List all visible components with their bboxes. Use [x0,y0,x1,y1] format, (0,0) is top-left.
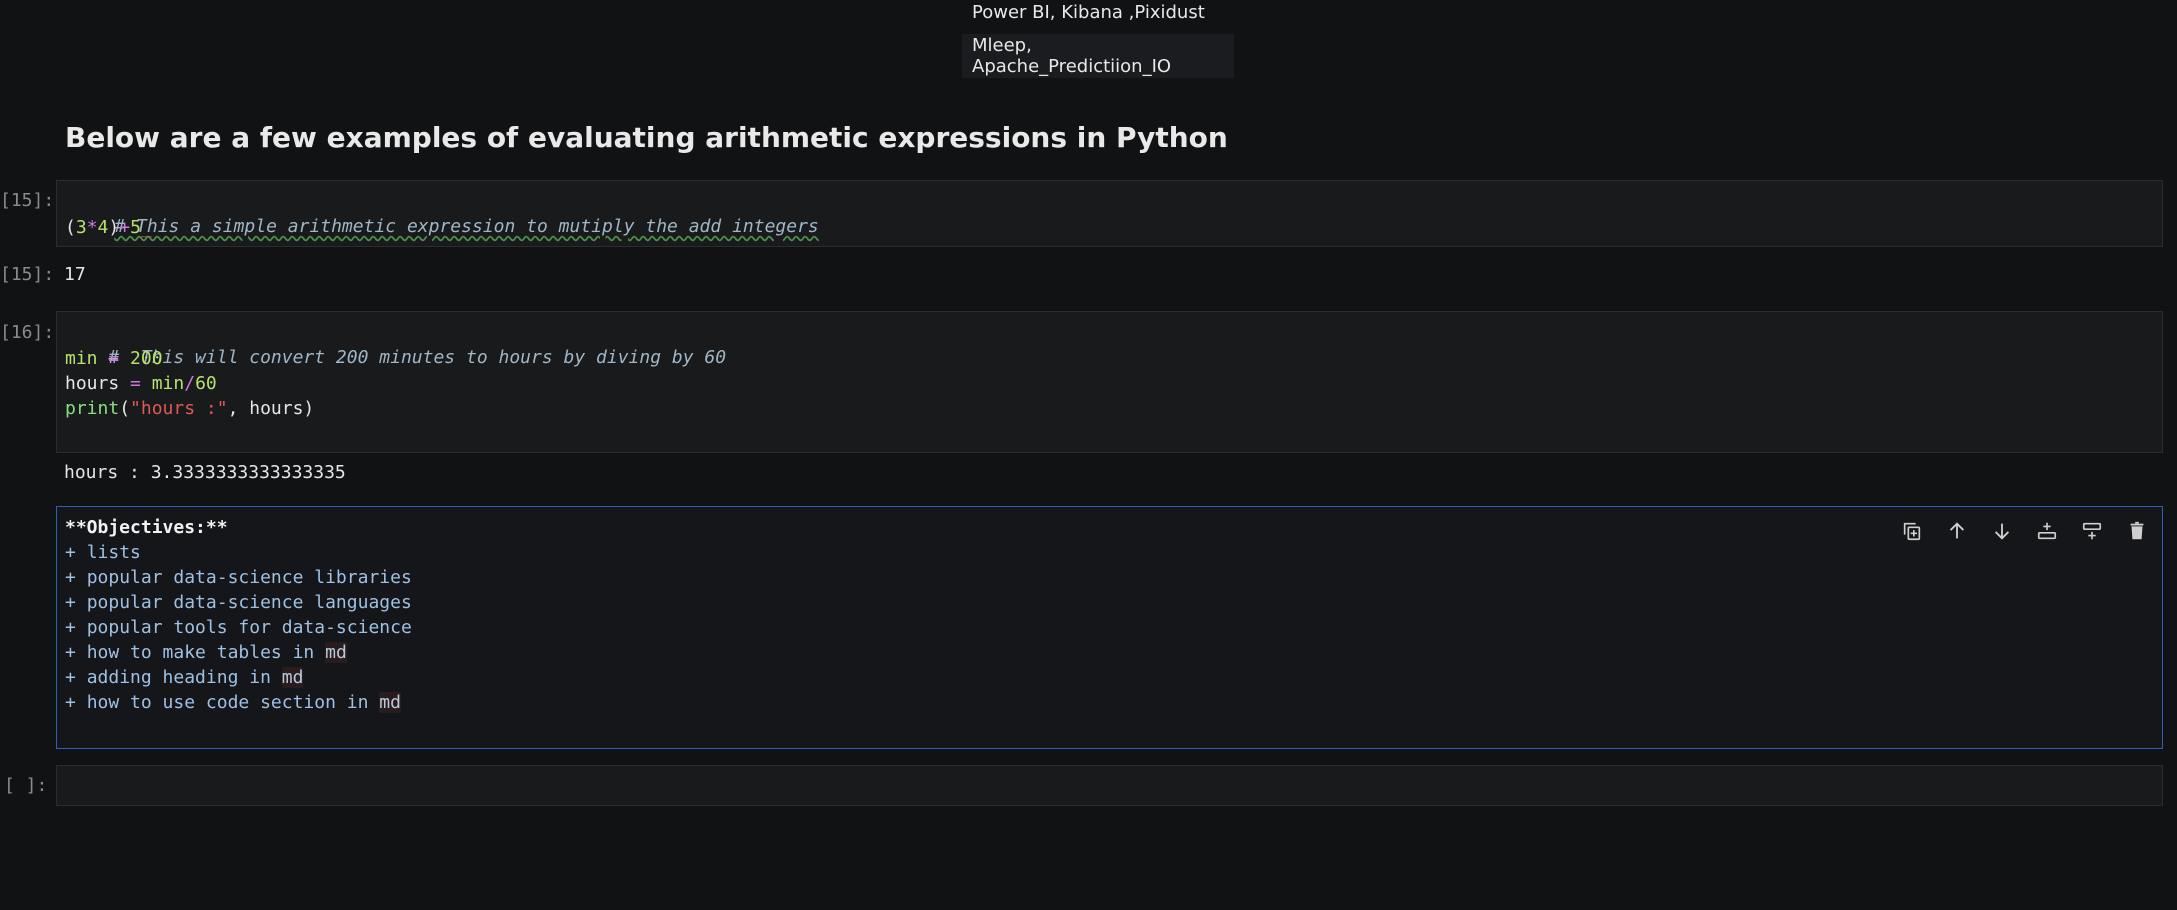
duplicate-icon[interactable] [1896,517,1927,545]
list-item: + popular tools for data-science [65,617,412,638]
list-item: + popular data-science languages [65,592,412,613]
empty-code-cell[interactable] [56,765,2163,806]
markdown-title: **Objectives:** [65,517,228,538]
markdown-heading: Below are a few examples of evaluating a… [65,121,1228,154]
list-item: + how to use code section in md [65,692,401,713]
code-assign-min: min = 200 [65,348,163,369]
list-item: + adding heading in md [65,667,304,688]
list-item: + popular data-science libraries [65,567,412,588]
insert-below-icon[interactable] [2031,517,2062,545]
table-cell-text: Mleep, Apache_Predictiion_IO [972,35,1172,77]
cell-toolbar [1896,517,2152,545]
list-item: + lists [65,542,141,563]
table-cell-tools-row: Power BI, Kibana ,Pixidust [962,0,1234,24]
code-comment: # This a simple arithmetic expression to… [114,216,819,237]
input-prompt: [ ]: [4,775,48,796]
table-cell-deployment-row: Mleep, Apache_Predictiion_IO [962,34,1234,78]
code-cell-2[interactable]: # This will convert 200 minutes to hours… [56,311,2163,453]
input-prompt: [15]: [0,190,55,211]
code-assign-hours: hours = min/60 [65,373,217,394]
cell-output: 17 [64,264,86,285]
input-prompt: [16]: [0,322,55,343]
cell-output: hours : 3.3333333333333335 [64,462,346,483]
list-item: + how to make tables in md [65,642,347,663]
code-print: print("hours :", hours) [65,398,315,419]
insert-above-icon[interactable] [2076,517,2107,545]
table-cell-text: Power BI, Kibana ,Pixidust [972,1,1205,23]
delete-icon[interactable] [2121,517,2152,545]
move-up-icon[interactable] [1941,517,1972,545]
code-cell-1[interactable]: # This a simple arithmetic expression to… [56,180,2163,247]
move-down-icon[interactable] [1986,517,2017,545]
code-expression: (3*4)+5_ [65,217,152,238]
markdown-cell-editor[interactable]: **Objectives:** + lists + popular data-s… [56,506,2163,749]
output-prompt: [15]: [0,264,55,285]
